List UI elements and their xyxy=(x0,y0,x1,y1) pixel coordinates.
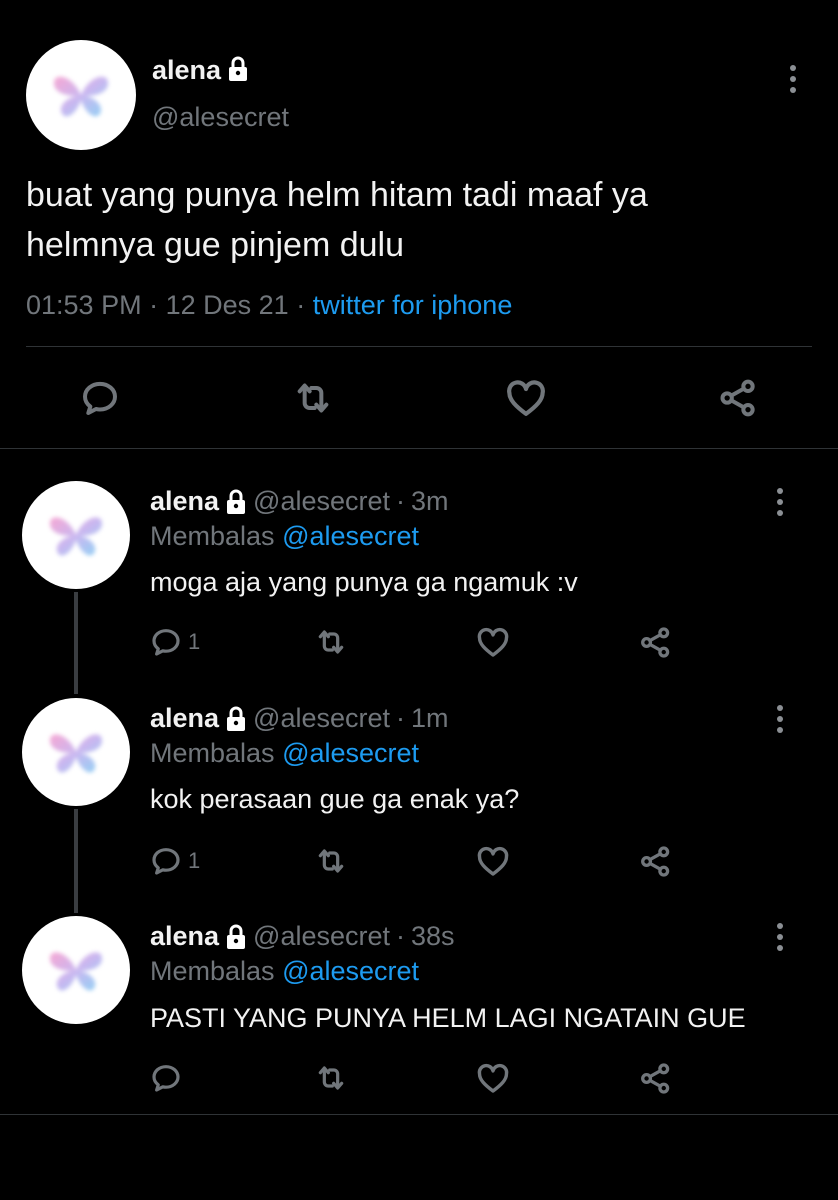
divider xyxy=(0,448,838,449)
avatar[interactable] xyxy=(22,481,130,589)
retweet-icon xyxy=(291,378,335,418)
reply-header: alena @alesecret · 1m xyxy=(150,703,449,734)
meta-separator: · xyxy=(396,486,406,516)
tweet-text-line: helmnya gue pinjem dulu xyxy=(26,226,405,264)
share-button[interactable] xyxy=(639,845,672,878)
tweet-age: 3m xyxy=(411,486,449,516)
lock-icon xyxy=(225,489,247,515)
like-button[interactable] xyxy=(476,845,510,879)
replying-to-link[interactable]: @alesecret xyxy=(282,521,419,551)
reply-count: 1 xyxy=(188,848,201,873)
author-handle[interactable]: @alesecret xyxy=(152,102,289,133)
like-button[interactable] xyxy=(505,378,547,420)
lock-icon xyxy=(227,56,249,82)
replying-to: Membalas @alesecret xyxy=(150,738,419,769)
meta-separator: · xyxy=(396,703,406,733)
like-icon xyxy=(476,1062,510,1096)
butterfly-avatar-icon xyxy=(47,511,105,559)
reply-header: alena @alesecret · 3m xyxy=(150,486,449,517)
butterfly-avatar-icon xyxy=(47,728,105,776)
thread-line xyxy=(74,592,78,694)
replying-label: Membalas xyxy=(150,738,275,768)
divider xyxy=(0,1114,838,1115)
replying-label: Membalas xyxy=(150,521,275,551)
reply-button[interactable] xyxy=(150,1062,182,1094)
tweet-text: kok perasaan gue ga enak ya? xyxy=(150,784,520,814)
tweet-date[interactable]: 12 Des 21 xyxy=(166,290,289,320)
author-name[interactable]: alena xyxy=(150,703,219,734)
share-button[interactable] xyxy=(639,1062,672,1095)
avatar[interactable] xyxy=(26,40,136,150)
tweet-age: 38s xyxy=(411,921,455,951)
author-name-label: alena xyxy=(152,55,222,85)
replying-to-link[interactable]: @alesecret xyxy=(282,956,419,986)
author-handle[interactable]: @alesecret xyxy=(253,486,390,517)
like-button[interactable] xyxy=(476,626,510,660)
tweet-meta: 01:53 PM · 12 Des 21 · twitter for iphon… xyxy=(26,290,512,321)
share-icon xyxy=(639,626,672,659)
share-icon xyxy=(718,378,758,418)
retweet-icon xyxy=(313,626,349,658)
retweet-button[interactable] xyxy=(291,378,335,418)
share-icon xyxy=(639,1062,672,1095)
tweet-text-line: buat yang punya helm hitam tadi maaf ya xyxy=(26,176,648,214)
retweet-button[interactable] xyxy=(313,626,349,658)
like-icon xyxy=(476,845,510,879)
meta-separator: · xyxy=(396,921,406,951)
reply-icon xyxy=(150,1062,182,1094)
thread-line xyxy=(74,809,78,913)
tweet-source[interactable]: twitter for iphone xyxy=(313,290,513,320)
reply-button[interactable]: 1 xyxy=(150,626,200,658)
author-name[interactable]: alena xyxy=(152,55,249,86)
author-name[interactable]: alena xyxy=(150,486,219,517)
reply-button[interactable] xyxy=(80,378,120,418)
replying-to: Membalas @alesecret xyxy=(150,521,419,552)
reply-icon xyxy=(80,378,120,418)
divider xyxy=(26,346,812,347)
replying-label: Membalas xyxy=(150,956,275,986)
retweet-button[interactable] xyxy=(313,845,349,877)
author-handle[interactable]: @alesecret xyxy=(253,921,390,952)
author-name[interactable]: alena xyxy=(150,921,219,952)
avatar[interactable] xyxy=(22,916,130,1024)
meta-separator: · xyxy=(296,290,306,320)
more-icon[interactable] xyxy=(789,65,797,93)
reply-count: 1 xyxy=(188,629,201,654)
tweet-text: buat yang punya helm hitam tadi maaf ya … xyxy=(26,170,648,270)
butterfly-avatar-icon xyxy=(47,946,105,994)
more-icon[interactable] xyxy=(776,923,784,951)
like-icon xyxy=(505,378,547,420)
share-icon xyxy=(639,845,672,878)
replying-to: Membalas @alesecret xyxy=(150,956,419,987)
tweet-text: moga aja yang punya ga ngamuk :v xyxy=(150,567,578,597)
tweet-age: 1m xyxy=(411,703,449,733)
replying-to-link[interactable]: @alesecret xyxy=(282,738,419,768)
lock-icon xyxy=(225,924,247,950)
more-icon[interactable] xyxy=(776,705,784,733)
share-button[interactable] xyxy=(718,378,758,418)
retweet-button[interactable] xyxy=(313,1062,349,1094)
lock-icon xyxy=(225,706,247,732)
reply-icon xyxy=(150,845,182,877)
retweet-icon xyxy=(313,1062,349,1094)
meta-separator: · xyxy=(149,290,159,320)
share-button[interactable] xyxy=(639,626,672,659)
tweet-text: PASTI YANG PUNYA HELM LAGI NGATAIN GUE xyxy=(150,1003,746,1033)
tweet-time[interactable]: 01:53 PM xyxy=(26,290,142,320)
reply-icon xyxy=(150,626,182,658)
reply-button[interactable]: 1 xyxy=(150,845,200,877)
like-button[interactable] xyxy=(476,1062,510,1096)
butterfly-avatar-icon xyxy=(51,70,111,120)
like-icon xyxy=(476,626,510,660)
more-icon[interactable] xyxy=(776,488,784,516)
reply-header: alena @alesecret · 38s xyxy=(150,921,455,952)
retweet-icon xyxy=(313,845,349,877)
avatar[interactable] xyxy=(22,698,130,806)
author-handle[interactable]: @alesecret xyxy=(253,703,390,734)
